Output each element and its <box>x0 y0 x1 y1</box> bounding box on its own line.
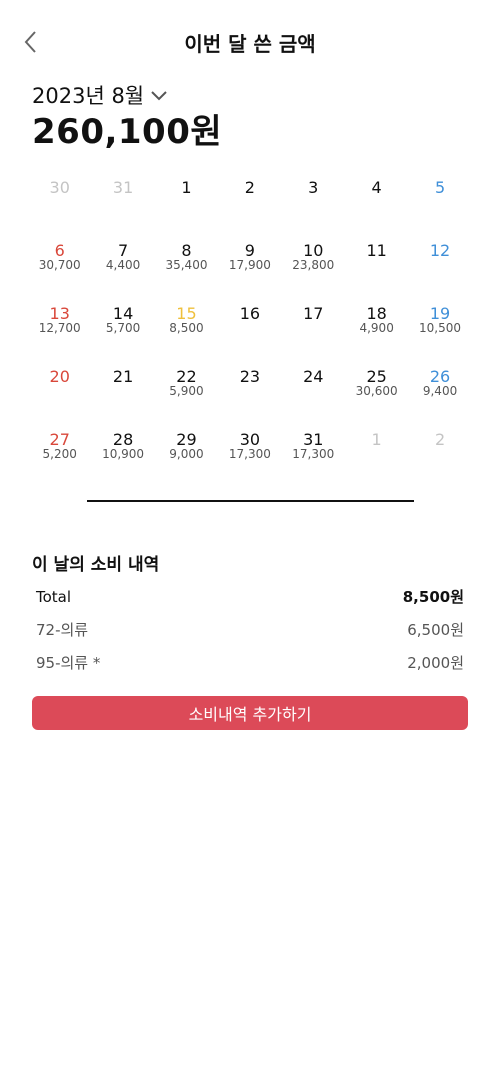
calendar-day[interactable]: 17 <box>282 294 345 357</box>
details-total-row: Total 8,500원 <box>32 580 464 613</box>
day-number: 31 <box>112 178 134 197</box>
calendar-day[interactable]: 4 <box>345 168 408 231</box>
calendar-day[interactable]: 9 17,900 <box>218 231 281 294</box>
details-row-amount: 2,000원 <box>407 654 464 672</box>
calendar-day[interactable]: 1 <box>155 168 218 231</box>
day-number: 2 <box>244 178 255 197</box>
details-row-label: 72-의류 <box>36 621 89 639</box>
day-amount: 10,900 <box>102 447 145 461</box>
day-number: 23 <box>239 367 261 386</box>
calendar-day[interactable]: 10 23,800 <box>282 231 345 294</box>
details-row[interactable]: 72-의류 6,500원 <box>32 613 464 646</box>
details-row-label: 95-의류 * <box>36 654 101 672</box>
calendar-week: 20 21 22 5,900 23 24 25 30,600 26 9,400 <box>28 357 472 420</box>
add-expense-button[interactable]: 소비내역 추가하기 <box>32 696 468 730</box>
calendar-day[interactable]: 13 12,700 <box>28 294 91 357</box>
day-number: 2 <box>434 430 446 449</box>
calendar-day[interactable]: 8 35,400 <box>155 231 218 294</box>
calendar-week: 6 30,700 7 4,400 8 35,400 9 17,900 10 23,800 11 12 <box>28 231 472 294</box>
day-details-list: Total 8,500원 72-의류 6,500원 95-의류 * 2,000원 <box>32 580 464 679</box>
calendar-week: 27 5,200 28 10,900 29 9,000 30 17,300 31 17,300 1 2 <box>28 420 472 483</box>
calendar-day[interactable]: 22 5,900 <box>155 357 218 420</box>
calendar-day[interactable]: 14 5,700 <box>91 294 154 357</box>
calendar-grid: 30 31 1 2 3 4 5 6 30,700 7 4,400 8 35,400 9 17,900 10 23… <box>28 168 472 483</box>
calendar-day[interactable]: 18 4,900 <box>345 294 408 357</box>
calendar-day[interactable]: 23 <box>218 357 281 420</box>
day-number: 4 <box>371 178 382 197</box>
calendar-day[interactable]: 5 <box>408 168 471 231</box>
chevron-down-icon <box>151 91 167 101</box>
day-amount: 23,800 <box>292 258 335 272</box>
page-title: 이번 달 쓴 금액 <box>184 32 316 56</box>
calendar-day[interactable]: 29 9,000 <box>155 420 218 483</box>
calendar-day[interactable]: 16 <box>218 294 281 357</box>
day-amount: 30,600 <box>355 384 398 398</box>
calendar-day[interactable]: 15 8,500 <box>155 294 218 357</box>
calendar-week: 13 12,700 14 5,700 15 8,500 16 17 18 4,900 19 10,50… <box>28 294 472 357</box>
day-amount: 5,900 <box>169 384 204 398</box>
calendar-day[interactable]: 26 9,400 <box>408 357 471 420</box>
day-number: 30 <box>49 178 70 197</box>
calendar-day[interactable]: 19 10,500 <box>408 294 471 357</box>
day-number: 11 <box>366 241 387 260</box>
day-number: 21 <box>112 367 134 386</box>
calendar-day[interactable]: 30 <box>28 168 91 231</box>
calendar-day[interactable]: 6 30,700 <box>28 231 91 294</box>
calendar-day[interactable]: 2 <box>408 420 471 483</box>
day-amount: 4,900 <box>359 321 394 335</box>
day-amount: 30,700 <box>38 258 81 272</box>
day-number: 16 <box>239 304 261 323</box>
day-number: 1 <box>181 178 192 197</box>
calendar-day[interactable]: 28 10,900 <box>91 420 154 483</box>
day-number: 1 <box>371 430 382 449</box>
day-amount: 17,900 <box>228 258 271 272</box>
day-amount: 9,000 <box>169 447 204 461</box>
day-amount: 10,500 <box>419 321 462 335</box>
day-amount: 12,700 <box>38 321 81 335</box>
calendar-day[interactable]: 24 <box>282 357 345 420</box>
header: 이번 달 쓴 금액 <box>0 0 500 84</box>
day-amount: 35,400 <box>165 258 208 272</box>
divider <box>87 500 414 502</box>
day-number: 3 <box>308 178 319 197</box>
day-amount: 5,700 <box>105 321 141 335</box>
details-row-amount: 6,500원 <box>407 621 464 639</box>
day-amount: 4,400 <box>105 258 141 272</box>
calendar-day[interactable]: 2 <box>218 168 281 231</box>
calendar-week: 30 31 1 2 3 4 5 <box>28 168 472 231</box>
calendar-day[interactable]: 21 <box>91 357 154 420</box>
calendar-day[interactable]: 12 <box>408 231 471 294</box>
details-row[interactable]: 95-의류 * 2,000원 <box>32 646 464 679</box>
day-amount: 8,500 <box>169 321 204 335</box>
day-amount: 5,200 <box>42 447 77 461</box>
calendar-day[interactable]: 20 <box>28 357 91 420</box>
calendar-day[interactable]: 11 <box>345 231 408 294</box>
calendar-day[interactable]: 7 4,400 <box>91 231 154 294</box>
calendar-day[interactable]: 25 30,600 <box>345 357 408 420</box>
day-amount: 17,300 <box>292 447 335 461</box>
calendar-day[interactable]: 1 <box>345 420 408 483</box>
calendar-day[interactable]: 27 5,200 <box>28 420 91 483</box>
day-number: 17 <box>303 304 324 323</box>
calendar-day[interactable]: 3 <box>282 168 345 231</box>
month-total-amount: 260,100원 <box>32 112 223 152</box>
day-details-title: 이 날의 소비 내역 <box>32 555 160 575</box>
day-number: 24 <box>303 367 324 386</box>
calendar-day[interactable]: 31 17,300 <box>282 420 345 483</box>
details-row-label: Total <box>36 587 72 606</box>
details-row-amount: 8,500원 <box>402 588 464 606</box>
calendar-day[interactable]: 30 17,300 <box>218 420 281 483</box>
day-number: 12 <box>429 241 451 260</box>
day-amount: 17,300 <box>228 447 271 461</box>
day-amount: 9,400 <box>422 384 458 398</box>
day-number: 5 <box>434 178 446 197</box>
calendar-day[interactable]: 31 <box>91 168 154 231</box>
day-number: 20 <box>49 367 70 386</box>
